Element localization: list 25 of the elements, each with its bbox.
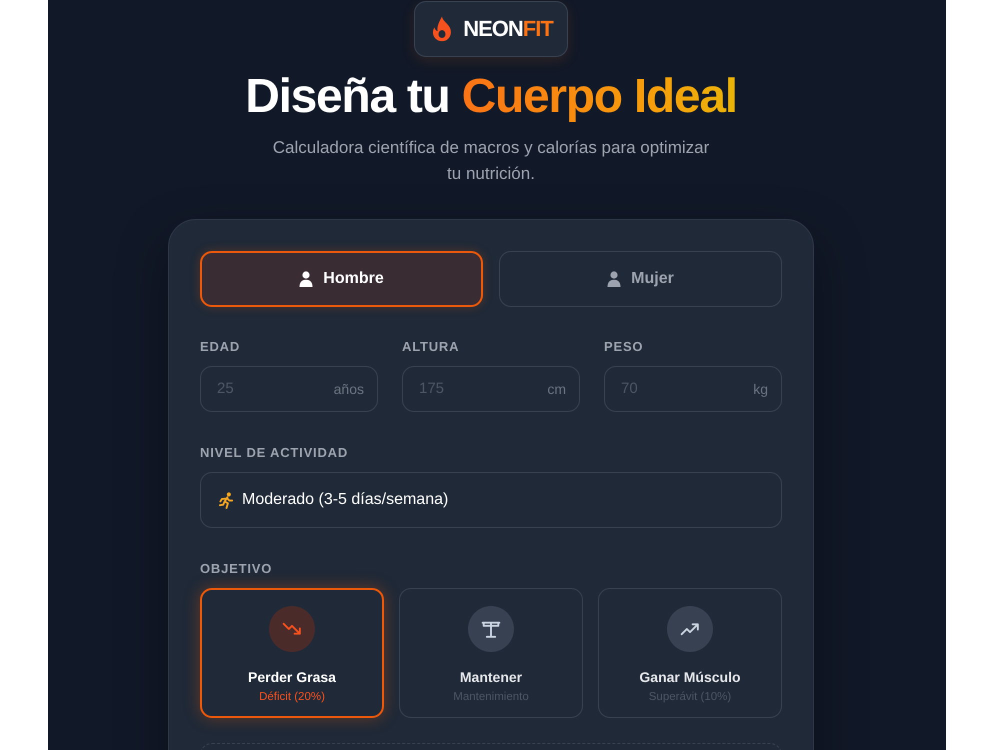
unit-label: cm [547, 381, 566, 397]
trend-down-icon [269, 606, 315, 652]
unit-label: kg [753, 381, 768, 397]
field-label: NIVEL DE ACTIVIDAD [200, 445, 350, 461]
field-label: EDAD [200, 339, 242, 355]
page-subtitle: Calculadora científica de macros y calorías para optimizar tu nutrición. [272, 137, 710, 185]
goal-title: Perder Grasa [248, 669, 336, 685]
field-label: OBJETIVO [200, 561, 274, 577]
goal-subtitle: Déficit (20%) [259, 691, 325, 703]
goal-title: Ganar Músculo [639, 669, 741, 685]
goal-title: Mantener [460, 669, 522, 685]
goal-option[interactable]: Perder Grasa Déficit (20%) [200, 588, 384, 718]
brand-name: NEONFIT [463, 16, 553, 42]
scale-icon [468, 606, 514, 652]
gender-button[interactable]: Mujer [499, 251, 782, 307]
gender-button[interactable]: Hombre [200, 251, 483, 307]
field-label: PESO [604, 339, 644, 355]
activity-select[interactable]: Moderado (3-5 días/semana) [200, 472, 782, 528]
trend-up-icon [667, 606, 713, 652]
unit-label: años [334, 381, 364, 397]
running-person-icon [219, 492, 234, 508]
person-icon [299, 271, 314, 287]
field-label: ALTURA [402, 339, 460, 355]
person-icon [607, 271, 622, 287]
flame-icon [431, 16, 454, 42]
